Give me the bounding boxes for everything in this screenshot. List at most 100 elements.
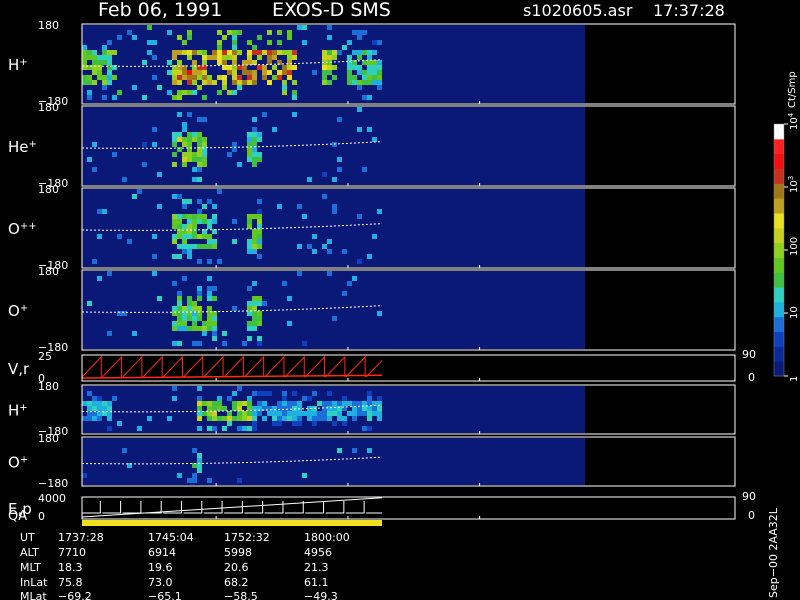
spectrogram-cell bbox=[187, 80, 192, 85]
spectrogram-cell bbox=[367, 416, 372, 421]
spectrogram-cell bbox=[212, 336, 217, 341]
spectrogram-cell bbox=[232, 55, 237, 60]
spectrogram-cell bbox=[187, 30, 192, 35]
spectrogram-cell bbox=[177, 244, 182, 249]
spectrogram-cell bbox=[247, 411, 252, 416]
spectrogram-cell bbox=[187, 306, 192, 311]
spectrogram-cell bbox=[207, 321, 212, 326]
spectrogram-cell bbox=[82, 473, 87, 478]
spectrogram-cell bbox=[177, 132, 182, 137]
spectrogram-cell bbox=[152, 55, 157, 60]
spectrogram-cell bbox=[107, 406, 112, 411]
spectrogram-cell bbox=[87, 406, 92, 411]
spectrogram-cell bbox=[202, 331, 207, 336]
spectrogram-cell bbox=[272, 50, 277, 55]
spectrogram-cell bbox=[117, 234, 122, 239]
spectrogram-cell bbox=[172, 321, 177, 326]
spectrogram-cell bbox=[282, 401, 287, 406]
spectrogram-cell bbox=[172, 281, 177, 286]
spectrogram-cell bbox=[252, 249, 257, 254]
spectrogram-cell bbox=[192, 167, 197, 172]
spectrogram-cell bbox=[262, 416, 267, 421]
spectrogram-cell bbox=[177, 112, 182, 117]
spectrogram-cell bbox=[337, 117, 342, 122]
panel-rmax-7: 90 bbox=[742, 490, 756, 503]
spectrogram-cell bbox=[187, 316, 192, 321]
spectrogram-cell bbox=[97, 234, 102, 239]
colorbar-tick-label: 100 bbox=[789, 237, 800, 256]
spectrogram-cell bbox=[247, 336, 252, 341]
spectrogram-cell bbox=[367, 75, 372, 80]
spectrogram-cell bbox=[322, 172, 327, 177]
spectrogram-cell bbox=[152, 142, 157, 147]
spectrogram-cell bbox=[217, 55, 222, 60]
spectrogram-cell bbox=[107, 55, 112, 60]
spectrogram-cell bbox=[247, 244, 252, 249]
spectrogram-cell bbox=[372, 40, 377, 45]
spectrogram-cell bbox=[207, 326, 212, 331]
spectrogram-cell bbox=[257, 336, 262, 341]
spectrogram-cell bbox=[187, 326, 192, 331]
spectrogram-cell bbox=[247, 301, 252, 306]
spectrogram-cell bbox=[237, 162, 242, 167]
spectrogram-cell bbox=[357, 70, 362, 75]
spectrogram-cell bbox=[202, 321, 207, 326]
spectrogram-cell bbox=[132, 194, 137, 199]
spectrogram-cell bbox=[202, 55, 207, 60]
colorbar-swatch bbox=[774, 212, 784, 229]
spectrogram-cell bbox=[322, 194, 327, 199]
colorbar-swatch bbox=[774, 301, 784, 318]
spectrogram-cell bbox=[327, 55, 332, 60]
spectrogram-cell bbox=[192, 214, 197, 219]
spectrogram-cell bbox=[172, 80, 177, 85]
spectrogram-cell bbox=[92, 259, 97, 264]
ep-trace bbox=[82, 501, 382, 514]
spectrogram-cell bbox=[252, 60, 257, 65]
spectrogram-cell bbox=[87, 50, 92, 55]
spectrogram-cell bbox=[247, 132, 252, 137]
spectrogram-cell bbox=[367, 50, 372, 55]
spectrogram-cell bbox=[227, 70, 232, 75]
spectrogram-cell bbox=[317, 401, 322, 406]
spectrogram-cell bbox=[252, 80, 257, 85]
spectrogram-cell bbox=[232, 239, 237, 244]
spectrogram-cell bbox=[247, 416, 252, 421]
spectrogram-cell bbox=[192, 306, 197, 311]
spectrogram-cell bbox=[287, 50, 292, 55]
spectrogram-cell bbox=[207, 406, 212, 411]
spectrogram-cell bbox=[132, 331, 137, 336]
spectrogram-cell bbox=[207, 55, 212, 60]
spectrogram-cell bbox=[172, 396, 177, 401]
spectrogram-cell bbox=[192, 448, 197, 453]
panel-rmax-4: 90 bbox=[742, 348, 756, 361]
panel-label-3: O+ bbox=[8, 302, 28, 320]
spectrogram-cell bbox=[142, 60, 147, 65]
spectrogram-cell bbox=[372, 137, 377, 142]
spectrogram-cell bbox=[332, 142, 337, 147]
spectrogram-cell bbox=[327, 411, 332, 416]
spectrogram-cell bbox=[202, 219, 207, 224]
spectrogram-cell bbox=[182, 40, 187, 45]
spectrogram-cell bbox=[197, 416, 202, 421]
spectrogram-cell bbox=[82, 80, 87, 85]
spectrogram-cell bbox=[252, 50, 257, 55]
spectrogram-cell bbox=[367, 426, 372, 431]
spectrogram-cell bbox=[247, 147, 252, 152]
spectrogram-cell bbox=[117, 35, 122, 40]
panel-label-sup-0: + bbox=[19, 57, 27, 68]
spectrogram-cell bbox=[287, 35, 292, 40]
spectrogram-cell bbox=[302, 25, 307, 30]
spectrogram-cell bbox=[177, 321, 182, 326]
spectrogram-cell bbox=[282, 406, 287, 411]
spectrogram-cell bbox=[262, 75, 267, 80]
spectrogram-cell bbox=[97, 55, 102, 60]
spectrogram-cell bbox=[147, 50, 152, 55]
spectrogram-cell bbox=[227, 90, 232, 95]
spectrogram-cell bbox=[112, 152, 117, 157]
spectrogram-cell bbox=[177, 70, 182, 75]
spectrogram-cell bbox=[372, 50, 377, 55]
spectrogram-cell bbox=[202, 244, 207, 249]
spectrogram-cell bbox=[227, 411, 232, 416]
spectrogram-cell bbox=[272, 406, 277, 411]
colorbar-swatch bbox=[774, 227, 784, 244]
